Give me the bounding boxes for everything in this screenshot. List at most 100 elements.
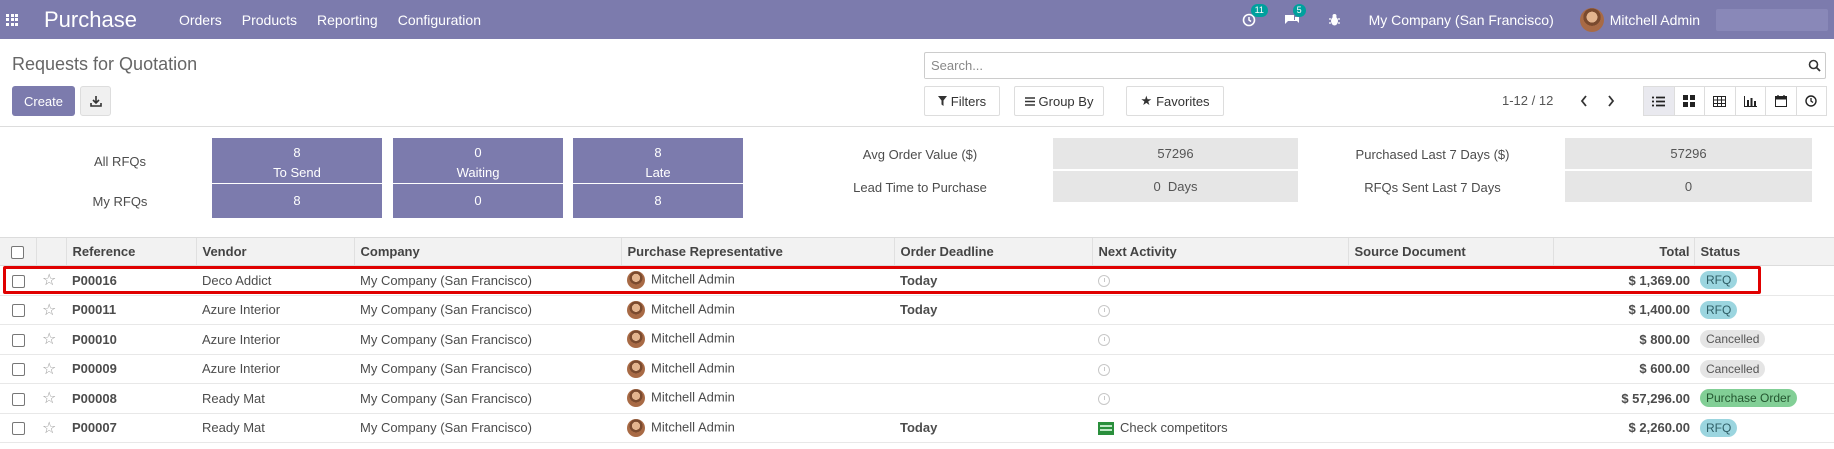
- pager-previous-button[interactable]: [1572, 86, 1596, 116]
- row-checkbox[interactable]: [11, 422, 25, 436]
- tile-my-waiting[interactable]: 0: [393, 184, 563, 218]
- tile-waiting-value: 0: [474, 145, 482, 160]
- cell-reference: P00011: [66, 295, 196, 325]
- row-checkbox[interactable]: [11, 274, 25, 288]
- column-header-vendor[interactable]: Vendor: [195, 237, 354, 266]
- cell-company: My Company (San Francisco): [354, 413, 621, 443]
- pivot-view-button[interactable]: [1704, 86, 1736, 116]
- activity-clock-icon[interactable]: [1098, 363, 1110, 376]
- create-button[interactable]: Create: [12, 86, 75, 116]
- kpi-lead-time-label: Lead Time to Purchase: [853, 180, 987, 195]
- messages-chat-icon[interactable]: 5: [1284, 3, 1306, 27]
- debug-bug-icon[interactable]: [1328, 13, 1341, 27]
- graph-view-button[interactable]: [1734, 86, 1766, 116]
- cell-next-activity[interactable]: [1092, 324, 1348, 355]
- cell-order-deadline: [894, 354, 1092, 384]
- cell-next-activity[interactable]: [1092, 383, 1348, 414]
- message-count-badge: 5: [1292, 3, 1306, 17]
- table-row[interactable]: ☆ P00010 Azure Interior My Company (San …: [0, 324, 1834, 355]
- filter-funnel-icon: [937, 96, 947, 106]
- search-icon[interactable]: [1803, 59, 1825, 72]
- select-all-checkbox[interactable]: [11, 246, 25, 260]
- tile-to-send[interactable]: 8 To Send: [212, 138, 382, 183]
- my-rfqs-label: My RFQs: [92, 194, 148, 209]
- tile-late-value: 8: [654, 145, 662, 160]
- star-icon[interactable]: ☆: [42, 272, 56, 289]
- star-icon[interactable]: ☆: [42, 390, 56, 407]
- column-header-total[interactable]: Total: [1552, 237, 1694, 266]
- tile-my-late[interactable]: 8: [573, 184, 743, 218]
- select-all-checkbox-cell[interactable]: [0, 237, 36, 266]
- favorites-button[interactable]: ★ Favorites: [1126, 86, 1224, 116]
- star-icon[interactable]: ☆: [42, 302, 56, 319]
- rep-name: Mitchell Admin: [651, 419, 735, 435]
- activity-clock-icon[interactable]: [1098, 304, 1110, 317]
- activity-clock-icon[interactable]: [1098, 393, 1110, 406]
- star-icon[interactable]: ☆: [42, 420, 56, 437]
- search-input[interactable]: [925, 53, 1803, 78]
- menu-configuration[interactable]: Configuration: [398, 12, 481, 28]
- table-row[interactable]: ☆ P00009 Azure Interior My Company (San …: [0, 354, 1834, 384]
- table-row[interactable]: ☆ P00008 Ready Mat My Company (San Franc…: [0, 383, 1834, 414]
- group-by-button[interactable]: Group By: [1014, 86, 1104, 116]
- column-header-company[interactable]: Company: [353, 237, 621, 266]
- menu-reporting[interactable]: Reporting: [317, 12, 378, 28]
- table-row[interactable]: ☆ P00011 Azure Interior My Company (San …: [0, 295, 1834, 325]
- activity-view-button[interactable]: [1795, 86, 1827, 116]
- activity-clock-icon[interactable]: [1098, 275, 1110, 288]
- apps-menu-icon[interactable]: [6, 13, 18, 26]
- row-checkbox[interactable]: [11, 392, 25, 406]
- cell-vendor: Azure Interior: [196, 354, 354, 384]
- tile-my-to-send[interactable]: 8: [212, 184, 382, 218]
- kanban-view-button[interactable]: [1673, 86, 1705, 116]
- column-header-representative[interactable]: Purchase Representative: [620, 237, 894, 266]
- activity-clock-icon[interactable]: [1098, 334, 1110, 347]
- group-by-label: Group By: [1038, 93, 1094, 109]
- table-row[interactable]: ☆ P00016 Deco Addict My Company (San Fra…: [0, 265, 1834, 296]
- column-header-next-activity[interactable]: Next Activity: [1091, 237, 1348, 266]
- filters-button[interactable]: Filters: [924, 86, 1000, 116]
- cell-vendor: Azure Interior: [196, 295, 354, 325]
- menu-orders[interactable]: Orders: [179, 12, 222, 28]
- cell-source-document: [1348, 413, 1553, 443]
- list-view-button[interactable]: [1643, 86, 1675, 116]
- rep-avatar: [627, 330, 645, 349]
- tile-waiting[interactable]: 0 Waiting: [393, 138, 563, 183]
- cell-next-activity[interactable]: [1092, 295, 1348, 325]
- cell-representative: Mitchell Admin: [621, 354, 894, 384]
- star-icon[interactable]: ☆: [42, 361, 56, 378]
- cell-next-activity[interactable]: [1092, 354, 1348, 384]
- pager-value[interactable]: 1-12 / 12: [1502, 93, 1553, 108]
- cell-total: $ 57,296.00: [1553, 383, 1694, 414]
- cell-total: $ 800.00: [1553, 324, 1694, 355]
- row-checkbox[interactable]: [11, 304, 25, 318]
- activity-type-icon[interactable]: [1098, 422, 1114, 436]
- row-checkbox[interactable]: [11, 333, 25, 347]
- menu-products[interactable]: Products: [242, 12, 297, 28]
- kpi-avg-order-label: Avg Order Value ($): [862, 147, 978, 162]
- cell-next-activity[interactable]: Check competitors: [1092, 413, 1348, 443]
- activity-clock-icon[interactable]: 11: [1242, 3, 1268, 27]
- column-header-reference[interactable]: Reference: [65, 237, 196, 266]
- cell-vendor: Ready Mat: [196, 383, 354, 414]
- cell-next-activity[interactable]: [1092, 265, 1348, 296]
- table-grid-icon: [1713, 95, 1727, 107]
- company-switcher[interactable]: My Company (San Francisco): [1369, 12, 1554, 28]
- rep-name: Mitchell Admin: [651, 330, 735, 346]
- row-checkbox[interactable]: [11, 363, 25, 377]
- cell-total: $ 1,400.00: [1553, 295, 1694, 325]
- star-icon[interactable]: ☆: [42, 331, 56, 348]
- column-header-source-document[interactable]: Source Document: [1347, 237, 1553, 266]
- calendar-view-button[interactable]: [1765, 86, 1797, 116]
- pager-next-button[interactable]: [1599, 86, 1623, 116]
- kpi-avg-order-value: 57296: [1053, 138, 1298, 169]
- user-menu[interactable]: Mitchell Admin: [1579, 7, 1700, 32]
- export-download-button[interactable]: [80, 86, 111, 116]
- column-header-order-deadline[interactable]: Order Deadline: [893, 237, 1092, 266]
- tile-late[interactable]: 8 Late: [573, 138, 743, 183]
- cell-status: Cancelled: [1694, 324, 1834, 355]
- app-brand[interactable]: Purchase: [44, 7, 137, 33]
- column-header-status[interactable]: Status: [1693, 237, 1834, 266]
- rep-avatar: [627, 389, 645, 408]
- table-row[interactable]: ☆ P00007 Ready Mat My Company (San Franc…: [0, 413, 1834, 443]
